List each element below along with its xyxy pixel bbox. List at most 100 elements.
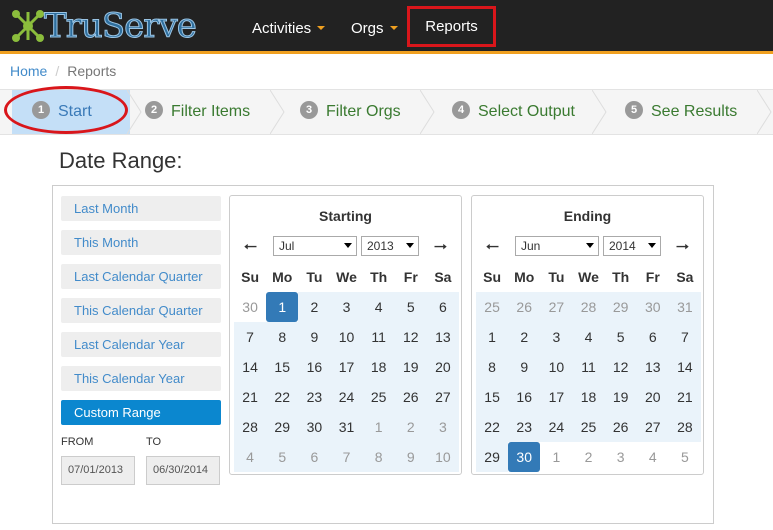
calendar-day[interactable]: 17 [330, 352, 363, 382]
calendar-day[interactable]: 9 [298, 322, 331, 352]
prev-month-arrow-icon[interactable]: 🠀 [244, 236, 257, 263]
calendar-day[interactable]: 4 [572, 322, 605, 352]
calendar-day[interactable]: 26 [508, 292, 541, 322]
calendar-day[interactable]: 21 [668, 382, 701, 412]
calendar-day[interactable]: 13 [636, 352, 669, 382]
calendar-day[interactable]: 22 [476, 412, 509, 442]
calendar-day[interactable]: 4 [234, 442, 267, 472]
calendar-day[interactable]: 29 [604, 292, 637, 322]
calendar-day[interactable]: 30 [234, 292, 266, 322]
calendar-day[interactable]: 16 [298, 352, 331, 382]
prev-month-arrow-icon[interactable]: 🠀 [486, 236, 499, 263]
year-select[interactable]: 2013 [361, 236, 419, 256]
wizard-step-select-output[interactable]: 4 Select Output [452, 90, 575, 134]
calendar-day[interactable]: 1 [476, 322, 509, 352]
calendar-day[interactable]: 12 [394, 322, 427, 352]
calendar-day[interactable]: 30 [636, 292, 669, 322]
calendar-day[interactable]: 8 [266, 322, 299, 352]
year-select[interactable]: 2014 [603, 236, 661, 256]
calendar-day[interactable]: 16 [508, 382, 541, 412]
calendar-day[interactable]: 3 [426, 412, 459, 442]
nav-reports[interactable]: Reports [407, 6, 496, 47]
calendar-day[interactable]: 14 [668, 352, 701, 382]
calendar-day[interactable]: 7 [234, 322, 267, 352]
calendar-day[interactable]: 30 [508, 442, 541, 472]
calendar-day[interactable]: 12 [604, 352, 637, 382]
calendar-day[interactable]: 7 [668, 322, 701, 352]
preset-last-calendar-quarter[interactable]: Last Calendar Quarter [61, 264, 221, 289]
calendar-day[interactable]: 2 [572, 442, 604, 472]
calendar-day[interactable]: 10 [540, 352, 573, 382]
calendar-day[interactable]: 29 [266, 412, 299, 442]
calendar-day[interactable]: 10 [426, 442, 459, 472]
calendar-day[interactable]: 21 [234, 382, 267, 412]
month-select[interactable]: Jul [273, 236, 357, 256]
calendar-day[interactable]: 28 [234, 412, 267, 442]
from-date-field[interactable]: 07/01/2013 [61, 456, 135, 485]
calendar-day[interactable]: 31 [330, 412, 363, 442]
calendar-day[interactable]: 20 [636, 382, 669, 412]
calendar-day[interactable]: 20 [426, 352, 459, 382]
preset-this-calendar-quarter[interactable]: This Calendar Quarter [61, 298, 221, 323]
calendar-day[interactable]: 9 [394, 442, 427, 472]
to-date-field[interactable]: 06/30/2014 [146, 456, 220, 485]
calendar-day[interactable]: 5 [266, 442, 299, 472]
preset-this-calendar-year[interactable]: This Calendar Year [61, 366, 221, 391]
calendar-day[interactable]: 25 [476, 292, 509, 322]
wizard-step-filter-items[interactable]: 2 Filter Items [145, 90, 250, 134]
nav-orgs[interactable]: Orgs [351, 0, 398, 54]
nav-activities[interactable]: Activities [252, 0, 326, 54]
calendar-day[interactable]: 2 [298, 292, 331, 322]
calendar-day[interactable]: 19 [604, 382, 637, 412]
calendar-day[interactable]: 23 [508, 412, 541, 442]
calendar-day[interactable]: 27 [636, 412, 669, 442]
calendar-day[interactable]: 3 [330, 292, 363, 322]
calendar-day[interactable]: 11 [362, 322, 395, 352]
brand-logo[interactable]: TruServe [8, 6, 197, 47]
calendar-day[interactable]: 26 [604, 412, 637, 442]
calendar-day[interactable]: 14 [234, 352, 267, 382]
calendar-day[interactable]: 6 [298, 442, 331, 472]
calendar-day[interactable]: 25 [362, 382, 395, 412]
calendar-day[interactable]: 19 [394, 352, 427, 382]
calendar-day[interactable]: 27 [426, 382, 459, 412]
calendar-day[interactable]: 4 [362, 292, 395, 322]
calendar-day[interactable]: 1 [266, 292, 299, 322]
calendar-day[interactable]: 18 [362, 352, 395, 382]
preset-last-calendar-year[interactable]: Last Calendar Year [61, 332, 221, 357]
calendar-day[interactable]: 2 [508, 322, 541, 352]
calendar-day[interactable]: 3 [605, 442, 637, 472]
calendar-day[interactable]: 1 [540, 442, 572, 472]
calendar-day[interactable]: 25 [572, 412, 605, 442]
calendar-day[interactable]: 6 [636, 322, 669, 352]
calendar-day[interactable]: 5 [394, 292, 427, 322]
calendar-day[interactable]: 24 [540, 412, 573, 442]
calendar-day[interactable]: 1 [362, 412, 395, 442]
calendar-day[interactable]: 24 [330, 382, 363, 412]
calendar-day[interactable]: 17 [540, 382, 573, 412]
calendar-day[interactable]: 8 [476, 352, 509, 382]
breadcrumb-home[interactable]: Home [10, 63, 47, 79]
calendar-day[interactable]: 30 [298, 412, 331, 442]
calendar-day[interactable]: 6 [426, 292, 459, 322]
wizard-step-see-results[interactable]: 5 See Results [625, 90, 737, 134]
calendar-day[interactable]: 11 [572, 352, 605, 382]
calendar-day[interactable]: 5 [604, 322, 637, 352]
calendar-day[interactable]: 8 [362, 442, 395, 472]
calendar-day[interactable]: 27 [540, 292, 573, 322]
preset-custom-range[interactable]: Custom Range [61, 400, 221, 425]
preset-this-month[interactable]: This Month [61, 230, 221, 255]
calendar-day[interactable]: 23 [298, 382, 331, 412]
calendar-day[interactable]: 28 [572, 292, 605, 322]
calendar-day[interactable]: 7 [330, 442, 363, 472]
next-month-arrow-icon[interactable]: 🠂 [676, 236, 689, 263]
calendar-day[interactable]: 18 [572, 382, 605, 412]
calendar-day[interactable]: 31 [668, 292, 701, 322]
preset-last-month[interactable]: Last Month [61, 196, 221, 221]
calendar-day[interactable]: 15 [476, 382, 509, 412]
calendar-day[interactable]: 13 [426, 322, 459, 352]
calendar-day[interactable]: 5 [669, 442, 701, 472]
wizard-step-filter-orgs[interactable]: 3 Filter Orgs [300, 90, 401, 134]
calendar-day[interactable]: 9 [508, 352, 541, 382]
month-select[interactable]: Jun [515, 236, 599, 256]
